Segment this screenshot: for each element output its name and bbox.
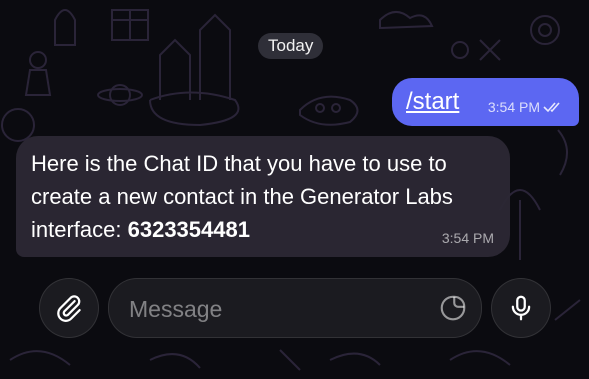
microphone-button[interactable]	[491, 278, 551, 338]
message-input[interactable]	[127, 293, 431, 325]
command-link[interactable]: /start	[406, 88, 459, 116]
attach-button[interactable]	[39, 278, 99, 338]
message-text: Here is the Chat ID that you have to use…	[31, 147, 501, 246]
chat-id-value: 6323354481	[127, 217, 250, 242]
message-time: 3:54 PM	[487, 99, 540, 115]
date-separator: Today	[258, 33, 324, 59]
incoming-message[interactable]: Here is the Chat ID that you have to use…	[16, 136, 510, 257]
message-time: 3:54 PM	[441, 230, 494, 246]
microphone-icon	[511, 295, 531, 321]
message-field[interactable]	[108, 278, 482, 338]
sticker-icon[interactable]	[438, 293, 468, 323]
outgoing-message[interactable]: /start 3:54 PM	[392, 78, 579, 126]
double-check-icon	[543, 102, 560, 113]
paperclip-icon	[57, 295, 81, 322]
message-meta: 3:54 PM	[488, 99, 565, 115]
